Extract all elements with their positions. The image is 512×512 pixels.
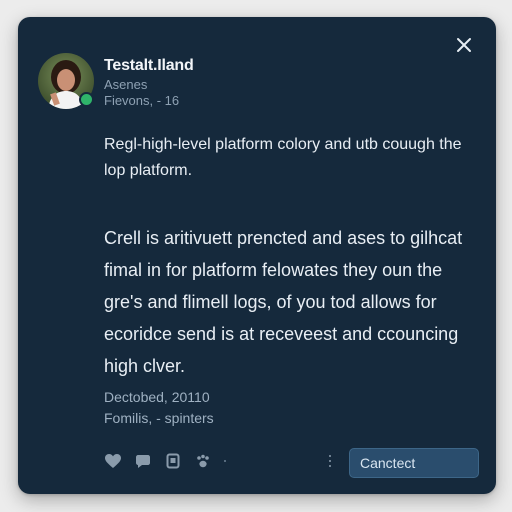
bookmark-icon[interactable] bbox=[164, 452, 182, 470]
post-header: Testalt.Iland Asenes Fievons, - 16 bbox=[38, 53, 194, 109]
author-name[interactable]: Testalt.Iland bbox=[104, 57, 194, 77]
connect-button[interactable]: Canctect bbox=[349, 448, 479, 478]
heart-icon[interactable] bbox=[104, 452, 122, 470]
post-intro: Regl-high-level platform colory and utb … bbox=[104, 136, 462, 179]
action-bar bbox=[104, 452, 226, 470]
vertical-dots-icon[interactable] bbox=[329, 455, 331, 467]
avatar-container[interactable] bbox=[38, 53, 94, 109]
separator-dot bbox=[224, 460, 226, 462]
author-meta: Testalt.Iland Asenes Fievons, - 16 bbox=[104, 57, 194, 109]
post-date-block: Dectobed, 20110 Fomilis, - spinters bbox=[104, 387, 214, 429]
paw-icon[interactable] bbox=[194, 452, 212, 470]
author-subtitle: Asenes bbox=[104, 77, 148, 92]
post-date: Dectobed, 20110 bbox=[104, 389, 210, 405]
comment-icon[interactable] bbox=[134, 452, 152, 470]
online-status-badge bbox=[79, 92, 94, 107]
post-body: Crell is aritivuett prencted and ases to… bbox=[104, 228, 463, 376]
close-icon[interactable] bbox=[454, 35, 474, 55]
post-date-sub: Fomilis, - spinters bbox=[104, 410, 214, 426]
author-timestamp: Fievons, - 16 bbox=[104, 93, 180, 108]
post-card: Testalt.Iland Asenes Fievons, - 16 Regl-… bbox=[18, 17, 496, 494]
